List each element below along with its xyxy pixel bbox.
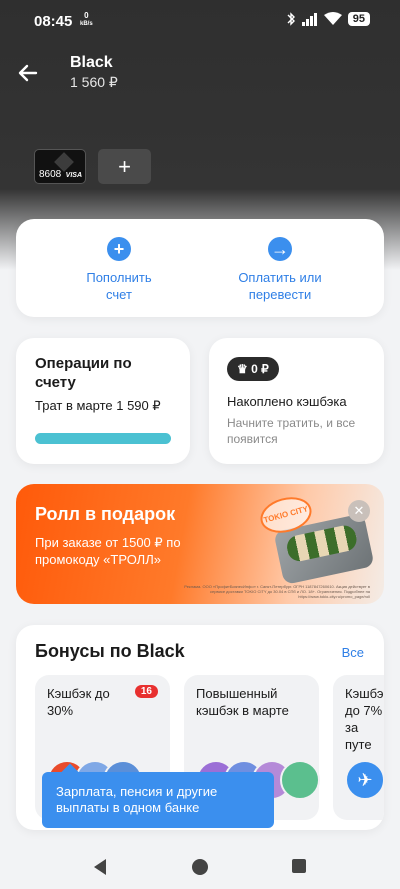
salary-tooltip[interactable]: Зарплата, пенсия и другие выплаты в одно… — [42, 772, 274, 828]
back-arrow-icon — [18, 64, 38, 82]
crown-icon: ♛ — [237, 362, 248, 376]
bonuses-all-link[interactable]: Все — [342, 645, 364, 660]
cashback-hint: Начните тратить, и все появится — [227, 416, 356, 446]
bonus-count-badge: 16 — [134, 685, 158, 698]
status-time: 08:45 — [34, 13, 73, 30]
add-card-button[interactable]: + — [98, 149, 151, 184]
spending-progress-bar — [35, 433, 171, 444]
bonus-card-title: Повышенный кэшбэк в марте — [196, 686, 289, 718]
promo-legal-text: Реклама. ООО «ПрофитБизнесИнфо» г. Санкт… — [184, 584, 370, 599]
quick-actions-panel: + Пополнить счет → Оплатить или перевест… — [16, 219, 384, 317]
status-icons: 95 — [286, 12, 370, 26]
cart-icon — [280, 760, 320, 800]
bonus-card-title: Кэшбэк до 30% — [47, 686, 110, 718]
promo-title: Ролл в подарок — [35, 504, 176, 524]
bonus-card-title: Кэшбэк до 7% за путе — [345, 686, 384, 752]
account-title: Black — [70, 54, 113, 71]
nav-back-icon[interactable] — [92, 858, 108, 876]
nav-recents-icon[interactable] — [291, 858, 307, 874]
cashback-title: Накоплено кэшбэка — [227, 394, 347, 409]
bonuses-title: Бонусы по Black — [35, 641, 185, 661]
airplane-icon: ✈ — [345, 760, 384, 800]
top-up-label: Пополнить счет — [86, 270, 152, 302]
top-up-button[interactable]: + Пополнить счет — [44, 237, 194, 303]
promo-text: При заказе от 1500 ₽ по промокоду «ТРОЛЛ… — [35, 535, 181, 567]
card-thumbnail[interactable]: 8608 VISA — [34, 149, 86, 184]
account-balance: 1 560 ₽ — [70, 74, 118, 90]
promo-banner[interactable]: Ролл в подарок При заказе от 1500 ₽ по п… — [16, 484, 384, 604]
bluetooth-icon — [287, 12, 295, 26]
bonus-card-travel[interactable]: Кэшбэк до 7% за путе ✈ — [333, 675, 384, 820]
nav-home-icon[interactable] — [191, 858, 209, 876]
travel-icons: ✈ — [345, 760, 384, 800]
card-last4: 8608 — [39, 169, 62, 180]
pay-transfer-label: Оплатить или перевести — [238, 270, 322, 302]
cashback-badge: ♛ 0 ₽ — [227, 357, 279, 381]
cashback-card[interactable]: ♛ 0 ₽ Накоплено кэшбэка Начните тратить,… — [209, 338, 384, 464]
system-nav-bar — [0, 844, 400, 889]
plus-icon: + — [107, 237, 131, 261]
pay-transfer-button[interactable]: → Оплатить или перевести — [205, 237, 355, 303]
operations-spent: Трат в марте 1 590 ₽ — [35, 398, 161, 413]
arrow-right-icon: → — [268, 237, 292, 261]
operations-card[interactable]: Операции по счету Трат в марте 1 590 ₽ — [16, 338, 190, 464]
wifi-icon — [323, 12, 342, 25]
operations-title: Операции по счету — [35, 355, 132, 391]
card-network: VISA — [65, 172, 82, 179]
network-speed: 0 kB/s — [80, 11, 93, 28]
close-icon[interactable]: ✕ — [348, 500, 370, 522]
signal-icon — [301, 12, 317, 26]
battery-indicator: 95 — [347, 12, 370, 26]
back-button[interactable] — [16, 60, 42, 86]
status-bar: 08:45 0 kB/s 95 — [0, 0, 400, 44]
